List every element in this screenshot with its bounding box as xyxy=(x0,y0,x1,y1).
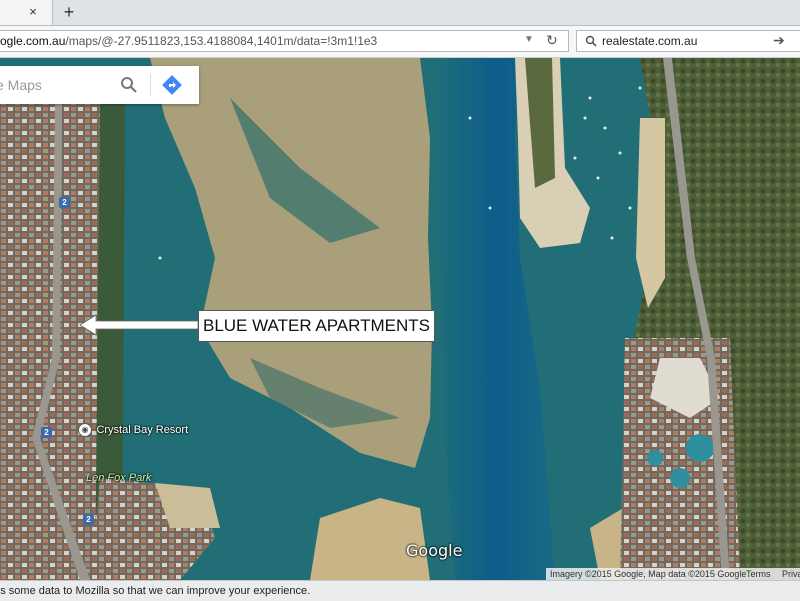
arrow-right-icon[interactable]: ➔ xyxy=(773,32,785,49)
search-engine-text: realestate.com.au xyxy=(602,34,698,48)
notification-bar: nds some data to Mozilla so that we can … xyxy=(0,580,800,601)
search-icon xyxy=(585,35,597,47)
search-bar[interactable]: realestate.com.au ➔ xyxy=(576,30,800,52)
notification-text: nds some data to Mozilla so that we can … xyxy=(0,585,311,597)
satellite-map[interactable]: e Maps BLUE WATER APARTMENTS ◉ Crystal B… xyxy=(0,58,800,580)
plus-icon[interactable]: + xyxy=(60,2,78,22)
close-icon[interactable]: × xyxy=(25,4,41,20)
reload-icon[interactable]: ↻ xyxy=(546,32,558,49)
poi-icon: ◉ xyxy=(78,422,92,437)
road-shield-icon: 2 xyxy=(83,514,94,525)
privacy-link[interactable]: Privacy xyxy=(782,568,800,580)
url-path: /maps/@-27.9511823,153.4188084,1401m/dat… xyxy=(65,34,378,48)
road-shield-icon: 2 xyxy=(59,197,70,208)
tab-active[interactable]: × xyxy=(0,0,53,25)
maps-search-input[interactable]: e Maps xyxy=(0,77,116,93)
url-text: ogle.com.au/maps/@-27.9511823,153.418808… xyxy=(0,34,377,48)
search-icon[interactable] xyxy=(120,76,138,94)
google-logo: Google xyxy=(406,541,463,560)
maps-search-box: e Maps xyxy=(0,66,199,104)
attribution-text: Imagery ©2015 Google, Map data ©2015 Goo… xyxy=(550,569,747,579)
annotation-label: BLUE WATER APARTMENTS xyxy=(198,310,435,342)
map-attribution: Imagery ©2015 Google, Map data ©2015 Goo… xyxy=(546,568,800,580)
directions-icon[interactable] xyxy=(161,74,183,96)
tab-strip: × + xyxy=(0,0,800,26)
url-host: ogle.com.au xyxy=(0,34,66,48)
divider xyxy=(150,74,151,96)
road-shield-icon: 2 xyxy=(41,427,52,438)
poi-label: Crystal Bay Resort xyxy=(96,423,189,436)
poi-marker[interactable]: ◉ Crystal Bay Resort xyxy=(78,421,188,439)
url-bar[interactable]: ogle.com.au/maps/@-27.9511823,153.418808… xyxy=(0,30,569,52)
terms-link[interactable]: Terms xyxy=(746,568,771,580)
park-label: Len Fox Park xyxy=(86,472,152,484)
dropdown-arrow-icon[interactable]: ▼ xyxy=(524,34,534,45)
navigation-toolbar: ogle.com.au/maps/@-27.9511823,153.418808… xyxy=(0,26,800,58)
annotation-arrow-icon xyxy=(80,314,199,336)
